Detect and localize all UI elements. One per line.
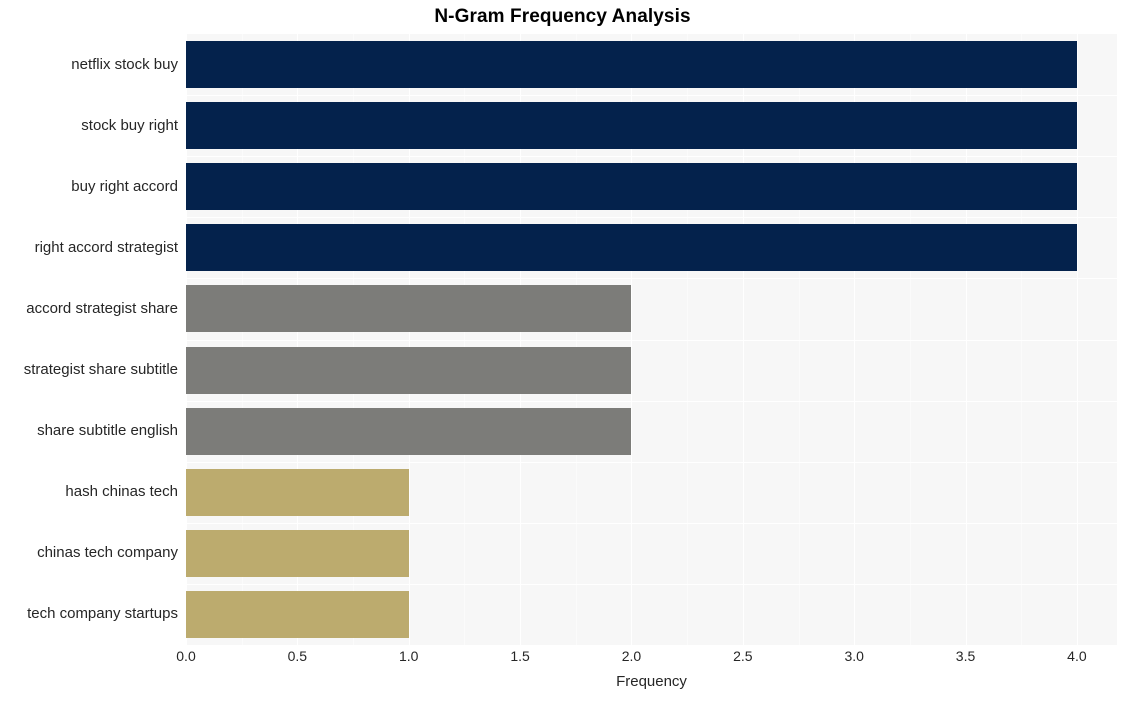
y-axis-tick-label: accord strategist share (26, 299, 178, 317)
x-axis-tick-label: 1.0 (398, 648, 419, 664)
x-axis-tick-label: 4.0 (1067, 648, 1087, 664)
x-axis-tick-label: 2.0 (621, 648, 642, 664)
gridline-horizontal (186, 339, 1117, 341)
y-axis-tick-label: share subtitle english (37, 422, 178, 440)
gridline-horizontal (186, 583, 1117, 585)
y-axis-tick-label: right accord strategist (34, 238, 178, 256)
chart-title: N-Gram Frequency Analysis (434, 6, 691, 27)
bar (186, 346, 632, 394)
gridline-horizontal (186, 156, 1117, 158)
bar (186, 41, 1077, 89)
x-axis-tick-label: 3.5 (955, 648, 976, 664)
x-axis-tick-label: 0.0 (176, 648, 196, 664)
bar (186, 163, 1077, 211)
bar (186, 285, 632, 333)
y-axis-tick-labels: netflix stock buy stock buy right buy righ… (0, 34, 178, 645)
bar (186, 590, 409, 638)
gridline-horizontal (186, 278, 1117, 280)
y-axis-tick-label: tech company startups (27, 605, 178, 623)
gridline-horizontal (186, 400, 1117, 402)
gridline-horizontal (186, 217, 1117, 219)
ngram-frequency-bar-chart: N-Gram Frequency Analysis netflix stock … (0, 0, 1125, 701)
bar (186, 529, 409, 577)
bar (186, 407, 632, 455)
gridline-horizontal (186, 95, 1117, 97)
bar (186, 224, 1077, 272)
x-axis-tick-labels: 0.0 0.5 1.0 1.5 2.0 2.5 3.0 3.5 4.0 (176, 648, 1117, 670)
x-axis-tick-label: 1.5 (510, 648, 530, 664)
gridline-horizontal (186, 522, 1117, 524)
y-axis-tick-label: netflix stock buy (71, 55, 178, 73)
x-axis-label: Frequency (616, 673, 687, 690)
x-axis-tick-label: 3.0 (844, 648, 864, 664)
y-axis-tick-label: strategist share subtitle (23, 361, 178, 379)
y-axis-tick-label: hash chinas tech (65, 483, 178, 501)
y-axis-tick-label: buy right accord (71, 177, 178, 195)
gridline-horizontal (186, 461, 1117, 463)
plot-area (186, 34, 1117, 645)
bar (186, 102, 1077, 150)
bar (186, 468, 409, 516)
y-axis-tick-label: stock buy right (81, 116, 178, 134)
y-axis-tick-label: chinas tech company (37, 544, 178, 562)
x-axis-tick-label: 2.5 (733, 648, 753, 664)
x-axis-tick-label: 0.5 (287, 648, 308, 664)
